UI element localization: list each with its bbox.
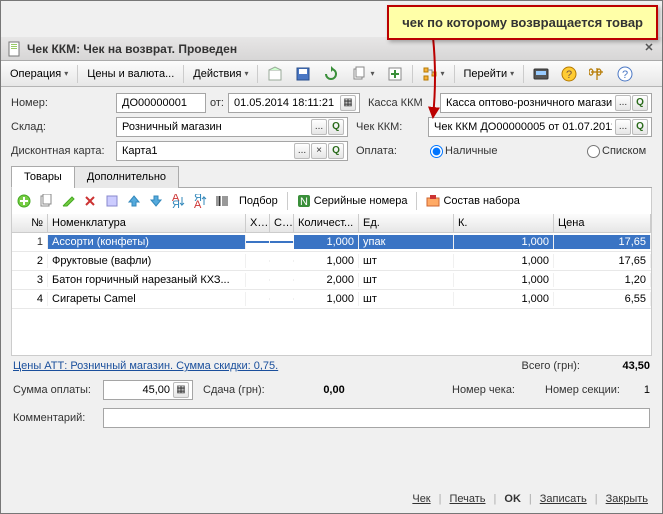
cheque-action[interactable]: Чек <box>408 491 434 507</box>
oplata-cash-label: Наличные <box>445 145 585 157</box>
from-label: от: <box>210 97 224 109</box>
tb-terminal-icon[interactable] <box>528 63 554 85</box>
chek-kkm-label: Чек ККМ: <box>356 121 428 133</box>
comment-line: Комментарий: <box>11 404 652 432</box>
close-button[interactable]: ✕ <box>640 40 658 58</box>
total-value: 43,50 <box>580 360 650 372</box>
move-up-icon[interactable] <box>124 191 144 211</box>
table-row[interactable]: 4Сигареты Camel1,000шт1,0006,55 <box>12 290 651 309</box>
totals-line: Цены АТТ: Розничный магазин. Сумма скидк… <box>11 356 652 376</box>
open-button[interactable]: Q <box>632 95 648 111</box>
date-field[interactable]: ▦ <box>228 93 360 113</box>
bottom-actions: Чек| Печать| OK| Записать| Закрыть <box>408 491 652 507</box>
svg-text:А: А <box>194 199 202 208</box>
actions-menu[interactable]: Действия <box>188 63 253 85</box>
table-row[interactable]: 2Фруктовые (вафли)1,000шт1,00017,65 <box>12 252 651 271</box>
svg-text:Я: Я <box>172 199 180 208</box>
section-num-value: 1 <box>620 384 650 396</box>
operation-menu[interactable]: Операция <box>5 63 73 85</box>
number-label: Номер: <box>11 97 116 109</box>
grid-header: № Номенклатура Х... С... Количест... Ед.… <box>12 214 651 233</box>
goto-menu[interactable]: Перейти <box>459 63 520 85</box>
titlebar: Чек ККМ: Чек на возврат. Проведен ✕ <box>1 37 662 61</box>
settings-icon[interactable] <box>102 191 122 211</box>
sort-desc-icon[interactable]: ЯА <box>190 191 210 211</box>
select-button[interactable]: ... <box>615 95 631 111</box>
close-action[interactable]: Закрыть <box>602 491 652 507</box>
tb-basedon-icon[interactable] <box>382 63 408 85</box>
goods-grid: № Номенклатура Х... С... Количест... Ед.… <box>11 214 652 356</box>
ok-action[interactable]: OK <box>500 491 525 507</box>
calc-button[interactable]: ▦ <box>173 382 189 398</box>
cheque-num-label: Номер чека: <box>452 384 515 396</box>
tb-help-icon[interactable]: ? <box>556 63 582 85</box>
tab-extra[interactable]: Дополнительно <box>74 166 179 188</box>
change-value: 0,00 <box>265 384 345 396</box>
receipt-icon <box>7 41 23 57</box>
move-down-icon[interactable] <box>146 191 166 211</box>
tb-post-icon[interactable] <box>262 63 288 85</box>
grid-toolbar: АЯ ЯА Подбор NСерийные номера Состав наб… <box>11 188 652 214</box>
table-row[interactable]: 3Батон горчичный нарезаный КХЗ...2,000шт… <box>12 271 651 290</box>
disc-card-label: Дисконтная карта: <box>11 145 116 157</box>
main-toolbar: Операция Цены и валюта... Действия Перей… <box>1 61 662 87</box>
set-content-button[interactable]: Состав набора <box>421 191 524 211</box>
tb-copy-icon[interactable] <box>346 63 379 85</box>
sklad-label: Склад: <box>11 121 116 133</box>
add-row-icon[interactable] <box>14 191 34 211</box>
col-n[interactable]: № <box>12 214 48 232</box>
delete-row-icon[interactable] <box>80 191 100 211</box>
total-label: Всего (грн): <box>522 360 581 372</box>
calendar-button[interactable]: ▦ <box>340 95 356 111</box>
window-title: Чек ККМ: Чек на возврат. Проведен <box>27 42 640 56</box>
change-label: Сдача (грн): <box>203 384 265 396</box>
tb-refresh-icon[interactable] <box>318 63 344 85</box>
chek-kkm-field[interactable]: ...Q <box>428 117 652 137</box>
sort-asc-icon[interactable]: АЯ <box>168 191 188 211</box>
tab-goods[interactable]: Товары <box>11 166 75 188</box>
payment-line: Сумма оплаты: ▦ Сдача (грн): 0,00 Номер … <box>11 376 652 404</box>
prices-info-link[interactable]: Цены АТТ: Розничный магазин. Сумма скидк… <box>13 360 278 372</box>
sum-field[interactable]: ▦ <box>103 380 193 400</box>
print-action[interactable]: Печать <box>445 491 489 507</box>
callout: чек по которому возвращается товар <box>387 5 658 40</box>
comment-label: Комментарий: <box>13 412 103 424</box>
table-row[interactable]: 1Ассорти (конфеты)1,000упак1,00017,65 <box>12 233 651 252</box>
col-k[interactable]: К. <box>454 214 554 232</box>
section-num-label: Номер секции: <box>545 384 620 396</box>
serials-button[interactable]: NСерийные номера <box>292 191 413 211</box>
oplata-label: Оплата: <box>356 145 428 157</box>
select-goods-button[interactable]: Подбор <box>234 191 283 211</box>
sklad-field[interactable]: ...Q <box>116 117 348 137</box>
edit-row-icon[interactable] <box>58 191 78 211</box>
oplata-cash-radio[interactable] <box>430 145 443 158</box>
disc-card-field[interactable]: ...×Q <box>116 141 348 161</box>
save-action[interactable]: Записать <box>536 491 591 507</box>
copy-row-icon[interactable] <box>36 191 56 211</box>
tabs: Товары Дополнительно <box>11 165 652 188</box>
prices-button[interactable]: Цены и валюта... <box>82 63 179 85</box>
tb-help2-icon[interactable]: ? <box>612 63 638 85</box>
col-x[interactable]: Х... <box>246 214 270 232</box>
comment-field[interactable] <box>103 408 650 428</box>
tb-scale-icon[interactable] <box>584 63 610 85</box>
svg-text:?: ? <box>566 69 572 81</box>
oplata-list-label: Списком <box>602 145 646 157</box>
col-u[interactable]: Ед. <box>359 214 454 232</box>
svg-text:?: ? <box>622 69 628 81</box>
col-p[interactable]: Цена <box>554 214 651 232</box>
sum-label: Сумма оплаты: <box>13 384 103 396</box>
svg-text:N: N <box>300 196 308 208</box>
number-field[interactable] <box>116 93 206 113</box>
oplata-list-radio[interactable] <box>587 145 600 158</box>
col-nom[interactable]: Номенклатура <box>48 214 246 232</box>
tb-save-icon[interactable] <box>290 63 316 85</box>
col-s[interactable]: С... <box>270 214 294 232</box>
kassa-kkm-field[interactable]: ...Q <box>440 93 652 113</box>
grid-body[interactable]: 1Ассорти (конфеты)1,000упак1,00017,652Фр… <box>12 233 651 355</box>
window: чек по которому возвращается товар Чек К… <box>0 0 663 514</box>
form-area: Номер: от: ▦ Касса ККМ ...Q Склад: ...Q … <box>1 87 662 432</box>
barcode-icon[interactable] <box>212 191 232 211</box>
col-q[interactable]: Количест... <box>294 214 359 232</box>
